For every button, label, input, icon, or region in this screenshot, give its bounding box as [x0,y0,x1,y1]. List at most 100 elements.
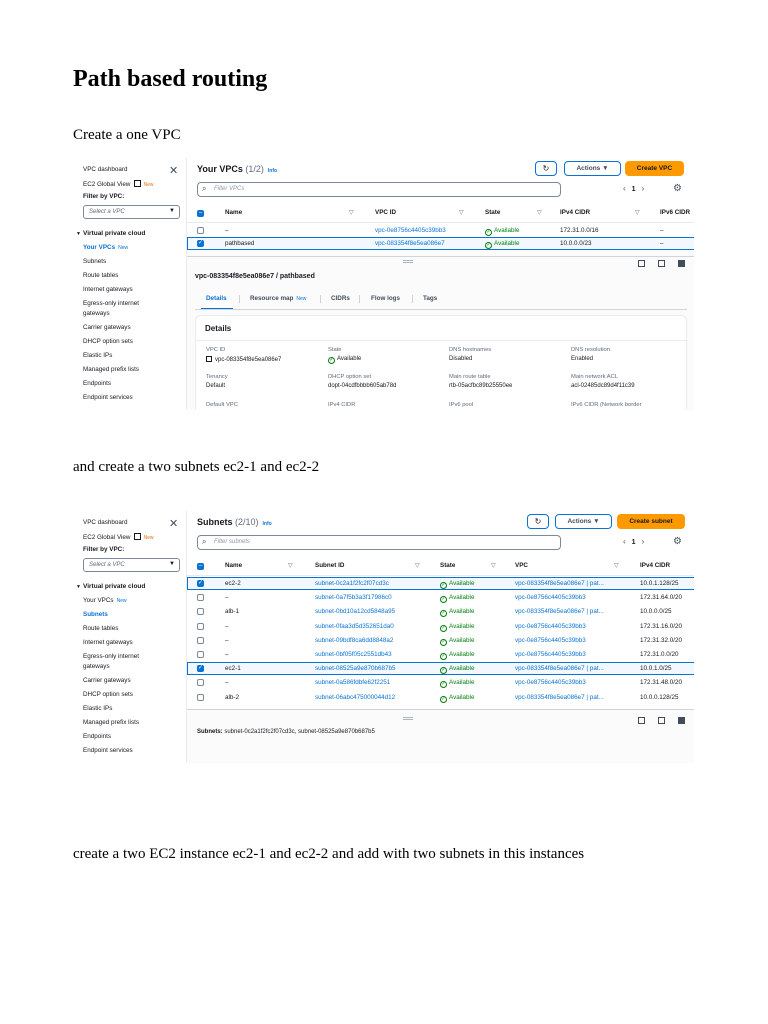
sidebar-item-route-tables[interactable]: Route tables [83,625,118,632]
field-link[interactable]: dopt-04cdfbbbb605ab78d [328,383,396,389]
sidebar-ec2-global-view[interactable]: EC2 Global View New [83,180,154,188]
sidebar-item-carrier-gateways[interactable]: Carrier gateways [83,677,131,684]
search-input[interactable]: ⌕ Filter subnets [197,535,561,550]
sidebar-item-your-vpcs[interactable]: Your VPCs New [83,244,128,251]
cell-vpc[interactable]: vpc-083354f8e5ea086e7 | pat... [515,608,604,615]
info-link[interactable]: Info [268,168,277,174]
split-side-icon[interactable] [658,717,665,724]
sidebar-vpc-dashboard[interactable]: VPC dashboard [83,166,127,173]
split-off-icon[interactable] [678,717,685,724]
vpc-filter-select[interactable]: Select a VPC ▼ [83,205,180,219]
field-value-vpc-id[interactable]: vpc-083354f8e5ea086e7 [206,356,281,363]
cell-vpc[interactable]: vpc-0e8756c4405c39bb3 [515,651,586,658]
search-input[interactable]: ⌕ Filter VPCs [197,182,561,197]
table-row-selected[interactable]: ✓ pathbased vpc-083354f8e5ea086e7 ✓ Avail… [187,237,694,250]
sidebar-item-internet-gateways[interactable]: Internet gateways [83,639,133,646]
sidebar-item-dhcp[interactable]: DHCP option sets [83,338,133,345]
split-bottom-icon[interactable] [638,260,645,267]
pagination[interactable]: ‹ 1 › [623,537,644,546]
row-checkbox[interactable]: ✓ [197,665,204,673]
sidebar-ec2-global-view[interactable]: EC2 Global View New [83,533,154,541]
vpc-filter-select[interactable]: Select a VPC ▼ [83,558,180,572]
sidebar-item-endpoints[interactable]: Endpoints [83,380,111,387]
cell-vpc[interactable]: vpc-083354f8e5ea086e7 | pat... [515,665,604,672]
sidebar-item-egress-only[interactable]: Egress-only internet [83,653,139,660]
chevron-right-icon[interactable]: › [642,537,645,546]
actions-button[interactable]: Actions ▼ [564,161,621,176]
tab-resource-map[interactable]: Resource map New [250,295,306,302]
sidebar-item-prefix-lists[interactable]: Managed prefix lists [83,719,139,726]
refresh-button[interactable]: ↻ [535,161,557,176]
cell-vpc[interactable]: vpc-0e8756c4405c39bb3 [515,623,586,630]
table-row[interactable]: alb-2 subnet-06abc475000044d12 ✓ Available v… [187,691,694,704]
sidebar-item-prefix-lists[interactable]: Managed prefix lists [83,366,139,373]
row-checkbox[interactable] [197,622,204,630]
column-header[interactable]: IPv4 CIDR ▽ [560,209,640,216]
copy-icon[interactable] [206,356,212,362]
table-row[interactable]: alb-1 subnet-0bd10a12cd5848a95 ✓ Available v… [187,605,694,618]
sidebar-item-egress-only-2[interactable]: gateways [83,310,110,317]
info-link[interactable]: Info [263,521,272,527]
field-link[interactable]: acl-02485dc89d4f11c39 [571,383,635,389]
split-side-icon[interactable] [658,260,665,267]
drag-handle-icon[interactable] [403,717,413,720]
select-all-checkbox[interactable]: – [197,210,204,217]
cell-vpc[interactable]: vpc-083354f8e5ea086e7 | pat... [515,580,604,587]
column-header[interactable]: Name ▽ [225,209,354,216]
table-row[interactable]: – subnet-0a586fdbfe62f2251 ✓ Available vpc-0… [187,676,694,689]
table-row[interactable]: – subnet-0bf05f05c2551db43 ✓ Available vpc-0… [187,648,694,661]
sidebar-section-vpc[interactable]: ▼ Virtual private cloud [76,230,145,237]
row-checkbox[interactable] [197,594,204,602]
sidebar-item-subnets[interactable]: Subnets [83,258,106,265]
table-row[interactable]: – vpc-0e8756c4405c39bb3 ✓ Available 172.3… [187,224,694,237]
sidebar-item-endpoint-services[interactable]: Endpoint services [83,394,133,401]
sidebar-item-subnets[interactable]: Subnets [83,611,108,618]
chevron-left-icon[interactable]: ‹ [623,184,626,193]
cell-vpc-id[interactable]: vpc-0e8756c4405c39bb3 [375,227,446,234]
cell-subnet-id[interactable]: subnet-0faa3d5d352651da0 [315,623,394,630]
row-checkbox[interactable] [197,679,204,687]
table-row[interactable]: – subnet-09bdf8ca6dd8848a2 ✓ Available vpc-0… [187,634,694,647]
table-row[interactable]: – subnet-0faa3d5d352651da0 ✓ Available vpc-0… [187,620,694,633]
row-checkbox[interactable] [197,227,204,234]
column-header[interactable]: State ▽ [440,562,496,569]
sidebar-section-vpc[interactable]: ▼ Virtual private cloud [76,583,145,590]
sidebar-item-internet-gateways[interactable]: Internet gateways [83,286,133,293]
column-header[interactable]: VPC ID ▽ [375,209,464,216]
cell-subnet-id[interactable]: subnet-0bf05f05c2551db43 [315,651,392,658]
row-checkbox[interactable] [197,636,204,644]
table-row[interactable]: – subnet-0a7f5b3a3f17986c0 ✓ Available vpc-0… [187,591,694,604]
cell-vpc[interactable]: vpc-083354f8e5ea086e7 | pat... [515,694,604,701]
cell-subnet-id[interactable]: subnet-06abc475000044d12 [315,694,395,701]
table-row-selected[interactable]: ✓ ec2-2 subnet-0c2a1f2fc2f07cd3c ✓ Available… [187,577,694,590]
sidebar-item-endpoint-services[interactable]: Endpoint services [83,747,133,754]
cell-vpc[interactable]: vpc-0e8756c4405c39bb3 [515,679,586,686]
cell-subnet-id[interactable]: subnet-0a7f5b3a3f17986c0 [315,594,392,601]
select-all-checkbox[interactable]: – [197,563,204,570]
cell-subnet-id[interactable]: subnet-0c2a1f2fc2f07cd3c [315,580,389,587]
column-header[interactable]: Subnet ID ▽ [315,562,420,569]
row-checkbox[interactable] [197,651,204,658]
column-header[interactable]: IPv6 CIDR [660,209,690,216]
column-header[interactable]: IPv4 CIDR [640,562,670,569]
row-checkbox[interactable]: ✓ [197,580,204,587]
cell-vpc[interactable]: vpc-0e8756c4405c39bb3 [515,594,586,601]
sidebar-item-elastic-ips[interactable]: Elastic IPs [83,352,112,359]
gear-icon[interactable]: ⚙ [673,183,682,194]
chevron-right-icon[interactable]: › [642,184,645,193]
sidebar-vpc-dashboard[interactable]: VPC dashboard [83,519,127,526]
cell-subnet-id[interactable]: subnet-09bdf8ca6dd8848a2 [315,637,393,644]
cell-vpc[interactable]: vpc-0e8756c4405c39bb3 [515,637,586,644]
field-link[interactable]: rtb-05acfbc89b25550ee [449,383,512,389]
row-checkbox[interactable] [197,693,204,701]
pagination[interactable]: ‹ 1 › [623,184,644,193]
close-icon[interactable]: ✕ [169,517,178,530]
split-off-icon[interactable] [678,260,685,267]
create-vpc-button[interactable]: Create VPC [625,161,684,176]
split-bottom-icon[interactable] [638,717,645,724]
sidebar-item-elastic-ips[interactable]: Elastic IPs [83,705,112,712]
cell-subnet-id[interactable]: subnet-08525a9e870b687b5 [315,665,396,672]
sidebar-item-route-tables[interactable]: Route tables [83,272,118,279]
create-subnet-button[interactable]: Create subnet [617,514,685,529]
column-header[interactable]: Name ▽ [225,562,293,569]
